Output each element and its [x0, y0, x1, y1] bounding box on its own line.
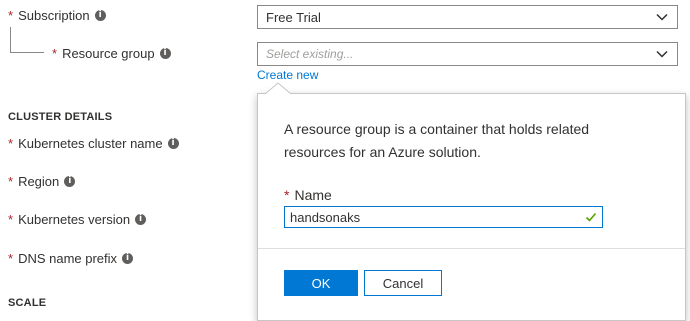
resource-group-select[interactable]: Select existing... [257, 42, 678, 66]
chevron-down-icon [656, 13, 668, 21]
tree-connector [10, 27, 44, 53]
info-icon[interactable]: i [122, 253, 134, 264]
subscription-label-text: Subscription [18, 8, 90, 23]
dns-prefix-label: * DNS name prefix i [8, 251, 134, 266]
subscription-select[interactable]: Free Trial [257, 5, 678, 29]
kubernetes-version-label-text: Kubernetes version [18, 212, 131, 227]
resource-group-label-text: Resource group [62, 46, 155, 61]
popup-pointer [265, 82, 291, 96]
region-label: * Region i [8, 174, 76, 189]
cluster-name-label-text: Kubernetes cluster name [18, 136, 163, 151]
info-icon[interactable]: i [159, 48, 171, 59]
info-icon[interactable]: i [94, 10, 106, 21]
region-label-text: Region [18, 174, 60, 189]
required-asterisk: * [284, 187, 290, 203]
info-icon[interactable]: i [64, 176, 76, 187]
cancel-button[interactable]: Cancel [364, 270, 442, 296]
required-asterisk: * [8, 212, 14, 227]
resource-group-label: * Resource group i [52, 46, 171, 61]
chevron-down-icon [656, 50, 668, 58]
name-input-value: handsonaks [290, 209, 361, 225]
popup-description: A resource group is a container that hol… [284, 121, 590, 160]
required-asterisk: * [52, 46, 58, 61]
cluster-name-label: * Kubernetes cluster name i [8, 136, 179, 151]
name-input[interactable]: handsonaks [284, 206, 603, 228]
subscription-value: Free Trial [266, 9, 321, 25]
popup-divider [258, 248, 685, 249]
checkmark-icon [585, 212, 597, 222]
name-label: * Name [284, 187, 332, 203]
name-label-text: Name [294, 187, 332, 203]
required-asterisk: * [8, 251, 14, 266]
info-icon[interactable]: i [135, 214, 147, 225]
kubernetes-version-label: * Kubernetes version i [8, 212, 147, 227]
ok-button[interactable]: OK [284, 270, 358, 296]
required-asterisk: * [8, 174, 14, 189]
subscription-label: * Subscription i [8, 8, 106, 23]
create-resource-group-popup: A resource group is a container that hol… [257, 93, 686, 321]
scale-heading: SCALE [8, 297, 47, 309]
required-asterisk: * [8, 8, 14, 23]
dns-prefix-label-text: DNS name prefix [18, 251, 118, 266]
required-asterisk: * [8, 136, 14, 151]
cluster-details-heading: CLUSTER DETAILS [8, 111, 113, 123]
info-icon[interactable]: i [167, 138, 179, 149]
resource-group-placeholder: Select existing... [266, 47, 354, 61]
create-new-link[interactable]: Create new [257, 68, 318, 82]
